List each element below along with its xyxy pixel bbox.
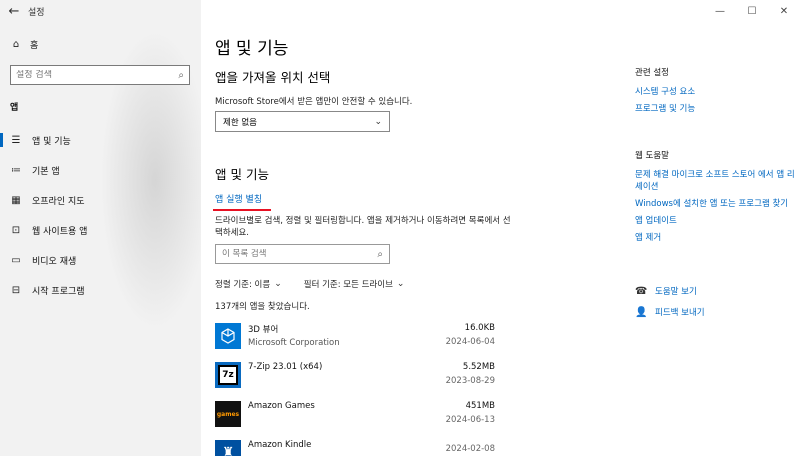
amazon-games-icon: games [215, 401, 241, 427]
sidebar-item-label: 시작 프로그램 [32, 286, 85, 297]
apps-list-icon: ☰ [11, 134, 21, 146]
sort-label: 정렬 기준: 이름 [215, 280, 271, 290]
sidebar-item-label: 웹 사이트용 앱 [32, 226, 88, 237]
app-date: 2023-08-29 [445, 376, 495, 386]
list-item[interactable]: ♜ Amazon Kindle 2024-02-08 [215, 437, 495, 456]
sort-filter-row: 정렬 기준: 이름 ⌄ 필터 기준: 모든 드라이브 ⌄ [215, 278, 404, 290]
app-date: 2024-06-13 [445, 415, 495, 425]
minimize-icon: — [715, 5, 725, 17]
close-button[interactable]: ✕ [768, 0, 800, 22]
app-size: 451MB [465, 401, 495, 411]
web-help: 웹 도움말 문제 해결 마이크로 소프트 스토어 에서 앱 리셰이션 Windo… [635, 149, 795, 249]
feedback-icon: 👤 [635, 306, 648, 318]
list-item[interactable]: 3D 뷰어 Microsoft Corporation 16.0KB 2024-… [215, 320, 495, 359]
title-bar: ← 설정 [0, 0, 45, 22]
help-link-app-update[interactable]: 앱 업데이트 [635, 215, 795, 227]
maximize-button[interactable]: ☐ [736, 0, 768, 22]
sidebar-item-label: 기본 앱 [32, 166, 60, 177]
filter-dropdown[interactable]: 필터 기준: 모든 드라이브 ⌄ [304, 278, 405, 290]
system-components-link[interactable]: 시스템 구성 요소 [635, 86, 795, 98]
install-source-dropdown[interactable]: 제한 없음 ⌄ [215, 111, 390, 132]
startup-icon: ⊟ [11, 284, 21, 296]
maximize-icon: ☐ [747, 5, 757, 17]
settings-search-input[interactable] [16, 70, 166, 80]
get-help-link[interactable]: 도움말 보기 [655, 285, 697, 297]
section-label: 앱 [10, 103, 19, 113]
app-list: 3D 뷰어 Microsoft Corporation 16.0KB 2024-… [215, 320, 495, 456]
search-icon[interactable]: ⌕ [178, 70, 184, 81]
list-description: 드라이브별로 검색, 정렬 및 필터링합니다. 앱을 제거하거나 이동하려면 목… [215, 216, 511, 238]
sidebar-item-default-apps[interactable]: ≔ 기본 앱 [0, 155, 201, 185]
web-help-heading: 웹 도움말 [635, 151, 669, 161]
install-section-title: 앱을 가져올 위치 선택 [215, 70, 331, 85]
sidebar-item-apps-websites[interactable]: ⊡ 웹 사이트용 앱 [0, 215, 201, 245]
sidebar-item-video-playback[interactable]: ▭ 비디오 재생 [0, 245, 201, 275]
app-date: 2024-02-08 [445, 444, 495, 454]
help-link-remove-app[interactable]: 앱 제거 [635, 232, 795, 244]
sidebar-item-offline-maps[interactable]: ▦ 오프라인 지도 [0, 185, 201, 215]
back-arrow-icon: ← [8, 3, 20, 19]
app-list-search-input[interactable] [222, 249, 362, 259]
apps-for-websites-icon: ⊡ [11, 224, 21, 236]
video-playback-icon: ▭ [11, 254, 21, 266]
settings-search-box[interactable]: ⌕ [10, 65, 190, 85]
install-description: Microsoft Store에서 받은 앱만이 안전할 수 있습니다. [215, 97, 413, 107]
app-title: 설정 [28, 7, 45, 18]
sidebar: ← 설정 ⌂ 홈 ⌕ 앱 ☰ 앱 및 기능 ≔ 기본 앱 ▦ 오프라인 지도 ⊡… [0, 0, 201, 456]
sidebar-item-label: 오프라인 지도 [32, 196, 85, 207]
search-icon[interactable]: ⌕ [377, 249, 383, 260]
programs-features-link[interactable]: 프로그램 및 기능 [635, 103, 795, 115]
sidebar-item-label: 비디오 재생 [32, 256, 77, 267]
help-link-store-troubleshoot[interactable]: 문제 해결 마이크로 소프트 스토어 에서 앱 리셰이션 [635, 169, 795, 193]
get-help-row[interactable]: ☎ 도움말 보기 [635, 285, 795, 298]
close-icon: ✕ [779, 5, 789, 17]
help-link-find-installed[interactable]: Windows에 설치한 앱 또는 프로그램 찾기 [635, 198, 795, 210]
highlight-underline [213, 209, 271, 211]
feedback-link[interactable]: 피드백 보내기 [655, 306, 705, 318]
app-list-search-box[interactable]: ⌕ [215, 244, 390, 264]
back-button[interactable]: ← [0, 0, 28, 22]
3d-viewer-icon [215, 323, 241, 349]
sidebar-item-startup[interactable]: ⊟ 시작 프로그램 [0, 275, 201, 305]
list-item[interactable]: games Amazon Games 451MB 2024-06-13 [215, 398, 495, 437]
app-size: 5.52MB [462, 362, 495, 372]
page-title: 앱 및 기능 [215, 39, 289, 59]
get-help-icon: ☎ [635, 285, 648, 297]
sidebar-item-label: 앱 및 기능 [32, 136, 71, 147]
related-settings: 관련 설정 시스템 구성 요소 프로그램 및 기능 [635, 66, 795, 120]
app-execution-alias-link[interactable]: 앱 실행 별칭 [215, 192, 262, 205]
dropdown-value: 제한 없음 [223, 117, 257, 128]
filter-label: 필터 기준: 모든 드라이브 [303, 280, 393, 290]
home-icon: ⌂ [12, 39, 20, 50]
apps-found-count: 137개의 앱을 찾았습니다. [215, 302, 310, 312]
support-section: ☎ 도움말 보기 👤 피드백 보내기 [635, 285, 795, 327]
home-label: 홈 [30, 41, 39, 51]
7zip-icon: 7z [215, 362, 241, 388]
chevron-down-icon: ⌄ [274, 279, 282, 289]
default-apps-icon: ≔ [11, 164, 21, 176]
sidebar-item-apps-features[interactable]: ☰ 앱 및 기능 [0, 125, 201, 155]
chevron-down-icon: ⌄ [374, 116, 382, 127]
chevron-down-icon: ⌄ [396, 279, 405, 289]
list-item[interactable]: 7z 7-Zip 23.01 (x64) 5.52MB 2023-08-29 [215, 359, 495, 398]
app-size: 16.0KB [464, 323, 495, 333]
related-settings-heading: 관련 설정 [635, 68, 669, 78]
app-date: 2024-06-04 [445, 337, 495, 347]
minimize-button[interactable]: — [704, 0, 736, 22]
amazon-kindle-icon: ♜ [215, 440, 241, 456]
sidebar-nav: ☰ 앱 및 기능 ≔ 기본 앱 ▦ 오프라인 지도 ⊡ 웹 사이트용 앱 ▭ 비… [0, 125, 201, 305]
window-controls: — ☐ ✕ [704, 0, 800, 22]
sort-dropdown[interactable]: 정렬 기준: 이름 ⌄ [215, 278, 282, 290]
sidebar-item-home[interactable]: ⌂ 홈 [10, 38, 38, 51]
feedback-row[interactable]: 👤 피드백 보내기 [635, 306, 795, 319]
apps-section-title: 앱 및 기능 [215, 167, 269, 182]
offline-maps-icon: ▦ [11, 194, 21, 206]
